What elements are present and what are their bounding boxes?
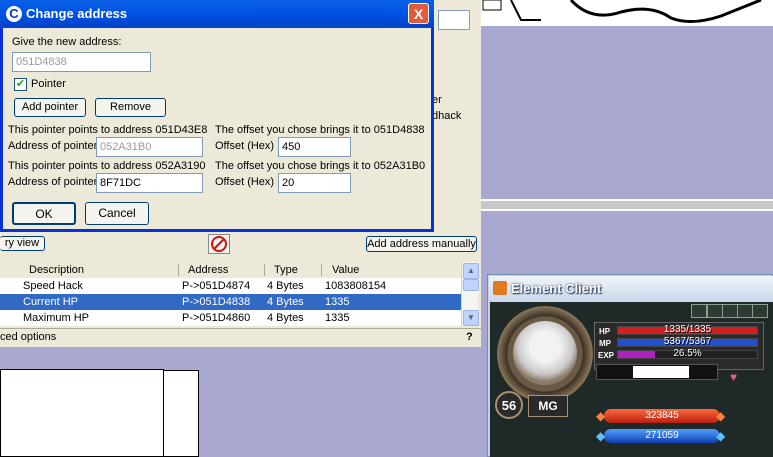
divider-band (481, 199, 773, 211)
diamond-icon: ◆ (596, 409, 606, 423)
address-list: Speed Hack P->051D4874 4 Bytes 108380815… (0, 278, 461, 326)
process-field[interactable] (438, 10, 470, 30)
cell-value: 1335 (325, 312, 350, 324)
column-description[interactable]: Description (29, 263, 84, 277)
class-badge: MG (528, 395, 568, 417)
dialog-titlebar[interactable]: C Change address X (0, 0, 434, 28)
white-panel (0, 369, 164, 457)
pointer1-address-field[interactable]: 052A31B0 (96, 137, 203, 157)
partial-label-2: dhack (432, 110, 462, 122)
game-menu-icon[interactable] (707, 304, 723, 318)
white-panel-2 (163, 370, 199, 457)
advanced-options-bar[interactable]: ced options ? (0, 328, 481, 347)
help-button[interactable]: ? (466, 331, 473, 343)
change-address-dialog: C Change address X Give the new address:… (0, 0, 434, 232)
checkmark-icon: ✔ (15, 78, 26, 90)
new-address-field[interactable]: 051D4838 (12, 52, 151, 72)
mp-value: 5367/5367 (663, 336, 712, 347)
pointer1-offset-label: Offset (Hex) (215, 140, 275, 152)
ok-button[interactable]: OK (12, 202, 76, 225)
diamond-icon: ◆ (716, 409, 726, 423)
pointer-checkbox[interactable]: ✔ (14, 78, 27, 91)
cell-value: 1083808154 (325, 280, 387, 292)
dialog-title: Change address (26, 6, 128, 21)
mp-label: MP (599, 339, 611, 348)
cell-address: P->051D4874 (182, 280, 251, 292)
address-list-header: Description Address Type Value (0, 262, 461, 279)
pointer1-offset-result: The offset you chose brings it to 051D48… (215, 124, 425, 136)
close-icon[interactable]: X (408, 3, 429, 24)
game-menu-icon[interactable] (691, 304, 707, 318)
element-client-title: Element Client (511, 281, 602, 296)
element-client-icon (493, 281, 507, 295)
cancel-button[interactable]: Cancel (85, 202, 149, 225)
column-address[interactable]: Address (188, 263, 228, 277)
cheat-engine-icon: C (6, 6, 22, 22)
column-value[interactable]: Value (332, 263, 359, 277)
stat-bar-2: 271059 (604, 429, 720, 443)
diamond-icon: ◆ (596, 429, 606, 443)
pointer2-address-label: Address of pointer (8, 176, 98, 188)
cell-type: 4 Bytes (267, 296, 304, 308)
table-row[interactable]: Maximum HP P->051D4860 4 Bytes 1335 (0, 310, 461, 326)
heart-icon: ♥ (730, 370, 738, 384)
add-pointer-button[interactable]: Add pointer (14, 98, 86, 117)
pointer2-offset-label: Offset (Hex) (215, 176, 275, 188)
new-address-label: Give the new address: (12, 36, 122, 48)
game-menu-icon[interactable] (737, 304, 753, 318)
pointer2-offset-result: The offset you chose brings it to 052A31… (215, 160, 426, 172)
game-menu-icon[interactable] (722, 304, 738, 318)
list-scrollbar[interactable]: ▲ ▼ (461, 262, 479, 326)
pointer1-points-to: This pointer points to address 051D43E8 (8, 124, 208, 136)
level-badge: 56 (495, 391, 523, 419)
scroll-up-icon[interactable]: ▲ (463, 263, 479, 279)
advanced-options-label[interactable]: ced options (0, 331, 56, 343)
cell-address: P->051D4860 (182, 312, 251, 324)
cell-description: Speed Hack (23, 280, 83, 292)
cell-description: Current HP (23, 296, 79, 308)
pointer1-offset-field[interactable]: 450 (278, 137, 351, 157)
scroll-down-icon[interactable]: ▼ (463, 310, 479, 326)
cell-address: P->051D4838 (182, 296, 251, 308)
cell-value: 1335 (325, 296, 350, 308)
memory-view-button[interactable]: ry view (0, 236, 45, 251)
stop-button[interactable] (208, 234, 230, 254)
game-menu-icon[interactable] (752, 304, 768, 318)
cell-type: 4 Bytes (267, 280, 304, 292)
cell-description: Maximum HP (23, 312, 90, 324)
add-address-manually-button[interactable]: Add address manually (366, 236, 477, 252)
column-type[interactable]: Type (274, 263, 298, 277)
table-row-selected[interactable]: Current HP P->051D4838 4 Bytes 1335 (0, 294, 461, 310)
remove-button[interactable]: Remove (95, 98, 166, 117)
exp-value: 26.5% (673, 348, 702, 359)
stat-bar-1: 323845 (604, 409, 720, 423)
stop-icon (211, 236, 227, 252)
target-bar (596, 364, 718, 380)
diamond-icon: ◆ (716, 429, 726, 443)
pointer-label[interactable]: Pointer (31, 78, 66, 90)
hp-label: HP (599, 327, 611, 336)
pointer2-address-field[interactable]: 8F71DC (96, 173, 203, 193)
hp-value: 1335/1335 (663, 324, 712, 335)
table-row[interactable]: Speed Hack P->051D4874 4 Bytes 108380815… (0, 278, 461, 294)
cell-type: 4 Bytes (267, 312, 304, 324)
pointer1-address-label: Address of pointer (8, 140, 98, 152)
drawing-canvas-strip (481, 0, 773, 26)
pointer2-offset-field[interactable]: 20 (278, 173, 351, 193)
exp-label: EXP (598, 351, 615, 360)
avatar[interactable] (513, 321, 577, 385)
sketch-drawing (482, 0, 762, 23)
scroll-thumb[interactable] (463, 279, 479, 291)
pointer2-points-to: This pointer points to address 052A3190 (8, 160, 206, 172)
